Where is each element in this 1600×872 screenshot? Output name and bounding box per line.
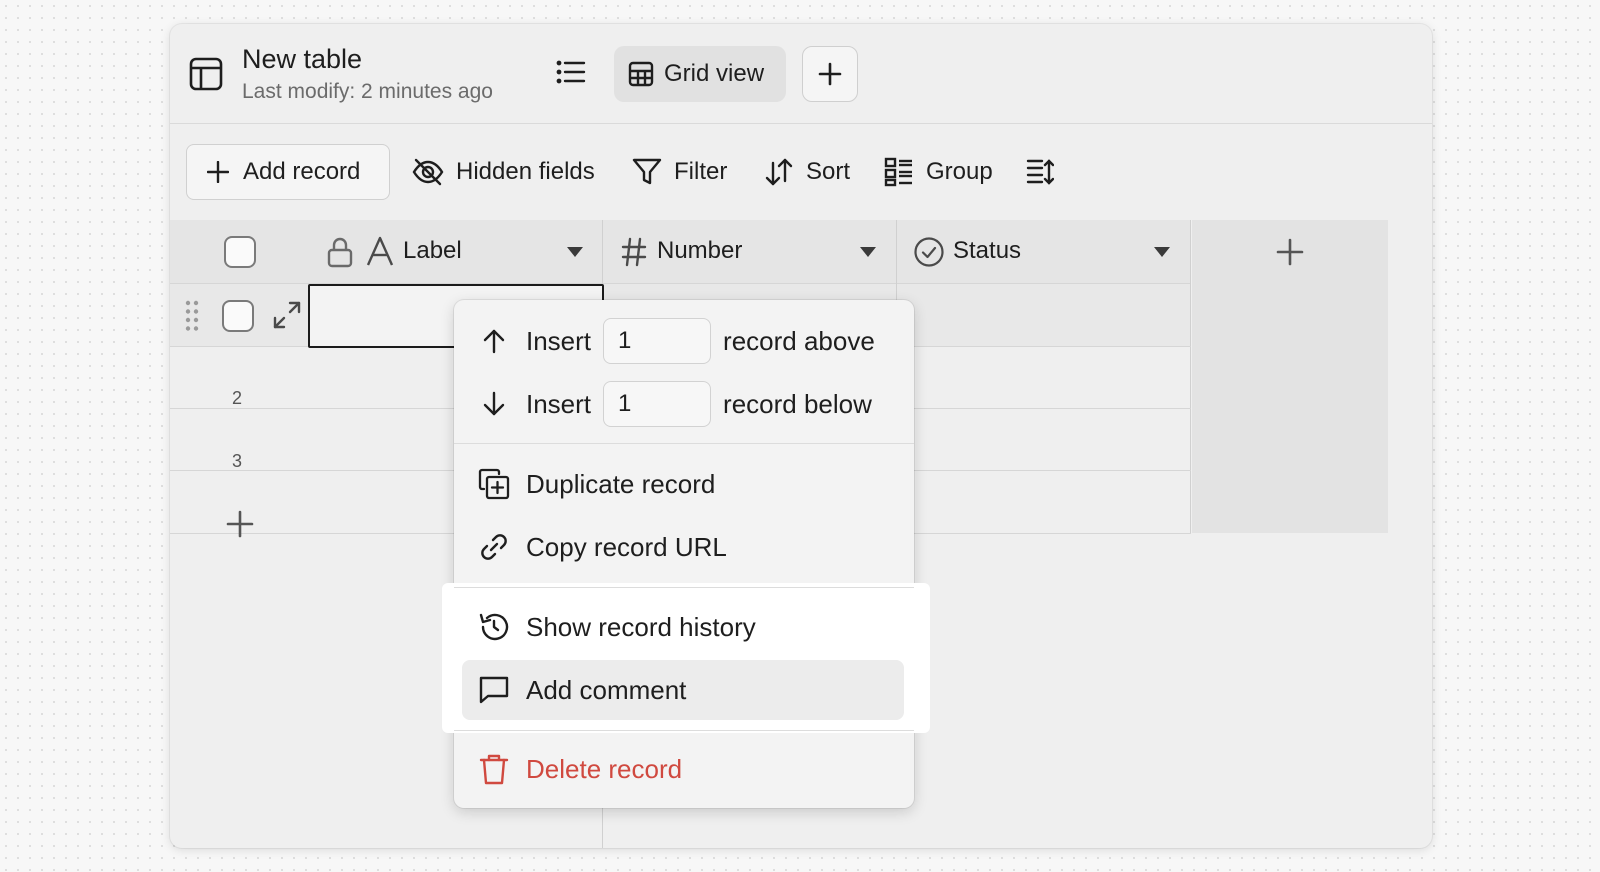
caret-down-icon[interactable]	[859, 246, 877, 258]
trash-icon	[478, 753, 510, 785]
add-comment-label: Add comment	[526, 674, 687, 705]
sort-icon	[764, 157, 794, 187]
link-icon	[478, 531, 510, 563]
plus-icon	[207, 161, 229, 183]
filter-button[interactable]: Filter	[632, 144, 727, 200]
row-checkbox[interactable]	[222, 300, 254, 332]
copy-record-url-label: Copy record URL	[526, 531, 727, 562]
show-record-history-label: Show record history	[526, 611, 756, 642]
hidden-fields-button[interactable]: Hidden fields	[412, 144, 595, 200]
caret-down-icon[interactable]	[1153, 246, 1171, 258]
table-header: New table Last modify: 2 minutes ago Gri…	[170, 24, 1432, 124]
insert-above-item[interactable]: Insert record above	[454, 311, 914, 371]
insert-label: Insert	[526, 325, 592, 356]
eye-off-icon	[412, 158, 444, 186]
delete-record-item[interactable]: Delete record	[454, 739, 914, 799]
arrow-down-icon	[478, 391, 510, 417]
add-view-button[interactable]	[802, 46, 858, 102]
column-divider	[1190, 220, 1191, 533]
lock-icon	[326, 236, 354, 268]
show-record-history-item[interactable]: Show record history	[454, 597, 914, 657]
select-all-checkbox[interactable]	[224, 236, 256, 268]
label-column-name: Label	[403, 237, 462, 264]
history-icon	[478, 611, 510, 643]
sort-label: Sort	[806, 158, 851, 185]
delete-record-label: Delete record	[526, 753, 683, 784]
grid-icon	[628, 61, 654, 87]
add-record-button[interactable]: Add record	[186, 144, 390, 200]
filter-label: Filter	[674, 158, 728, 185]
add-comment-item[interactable]: Add comment	[462, 660, 904, 720]
hidden-fields-label: Hidden fields	[456, 158, 595, 185]
row-height-button[interactable]	[1026, 144, 1054, 200]
grid-view-label: Grid view	[664, 60, 765, 87]
insert-below-suffix: record below	[723, 388, 872, 419]
row-number: 3	[232, 451, 243, 471]
row-number: 2	[232, 388, 243, 408]
view-list-icon[interactable]	[556, 58, 586, 86]
record-context-menu: Insert record above Insert record below …	[442, 300, 930, 808]
check-circle-icon	[913, 236, 945, 268]
duplicate-record-label: Duplicate record	[526, 468, 716, 499]
drag-handle-icon[interactable]	[184, 300, 200, 332]
group-label: Group	[926, 158, 993, 185]
text-icon	[366, 236, 394, 266]
arrow-up-icon	[478, 328, 510, 354]
insert-below-item[interactable]: Insert record below	[454, 374, 914, 434]
table-title: New table	[242, 44, 363, 74]
filter-icon	[632, 157, 662, 187]
group-icon	[884, 157, 914, 187]
hash-icon	[621, 237, 647, 267]
insert-above-suffix: record above	[723, 325, 875, 356]
sort-button[interactable]: Sort	[764, 144, 850, 200]
number-column-header[interactable]: Number	[603, 220, 896, 284]
status-column-name: Status	[953, 237, 1022, 264]
insert-label: Insert	[526, 388, 592, 419]
insert-below-count-input[interactable]	[603, 381, 712, 427]
add-row-plus-icon[interactable]	[226, 510, 254, 538]
add-column-plus-icon[interactable]	[1276, 238, 1304, 266]
menu-separator	[454, 587, 914, 588]
add-column-area	[1192, 220, 1388, 533]
last-modified-text: Last modify: 2 minutes ago	[242, 80, 493, 103]
status-column-header[interactable]: Status	[897, 220, 1191, 284]
number-column-name: Number	[657, 237, 743, 264]
duplicate-icon	[478, 468, 510, 500]
group-button[interactable]: Group	[884, 144, 993, 200]
duplicate-record-item[interactable]: Duplicate record	[454, 454, 914, 514]
add-record-label: Add record	[243, 158, 361, 185]
caret-down-icon[interactable]	[566, 246, 584, 258]
row-height-icon	[1026, 157, 1054, 187]
menu-separator	[454, 730, 914, 731]
plus-icon	[818, 62, 842, 86]
table-icon	[188, 56, 224, 92]
label-column-header[interactable]: Label	[170, 220, 602, 284]
expand-icon[interactable]	[272, 300, 302, 330]
grid-view-tab[interactable]: Grid view	[614, 46, 786, 102]
comment-icon	[478, 674, 510, 706]
menu-separator	[454, 443, 914, 444]
insert-above-count-input[interactable]	[603, 318, 712, 364]
copy-record-url-item[interactable]: Copy record URL	[454, 517, 914, 577]
